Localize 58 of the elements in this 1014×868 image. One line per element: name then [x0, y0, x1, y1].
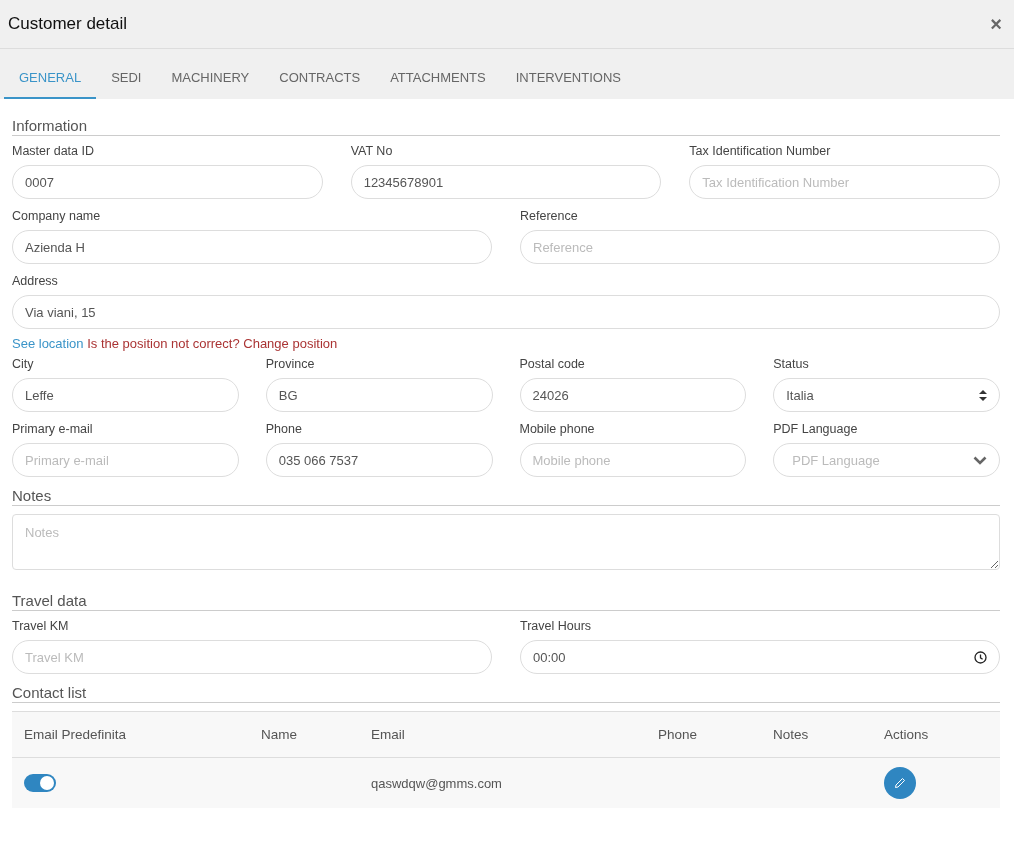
tab[interactable]: MACHINERY	[156, 49, 265, 99]
field-label: City	[12, 357, 35, 371]
tab[interactable]: INTERVENTIONS	[500, 49, 636, 99]
column-header: Email	[371, 727, 406, 742]
change-position-link[interactable]: Is the position not correct? Change position	[87, 336, 338, 351]
field-label: Status	[773, 357, 810, 371]
input-field[interactable]: BG	[265, 378, 493, 412]
column-header: Actions	[884, 727, 930, 742]
column-header: Email Predefinita	[24, 727, 128, 742]
input-field[interactable]: Reference	[520, 230, 1000, 264]
tab[interactable]: SEDI	[96, 49, 157, 99]
table-cell: qaswdqw@gmms.com	[371, 775, 502, 791]
field-label: Phone	[265, 422, 303, 436]
field-label: Master data ID	[12, 144, 95, 158]
tab[interactable]: CONTRACTS	[264, 49, 376, 99]
column-header: Phone	[658, 727, 699, 742]
input-field[interactable]: 035 066 7537	[265, 443, 493, 477]
field-label: Travel Hours	[520, 619, 593, 633]
field-label: VAT No	[350, 144, 394, 158]
section-heading: Contact list	[12, 684, 1000, 703]
input-field[interactable]: Azienda H	[12, 230, 492, 264]
close-button[interactable]: ×	[988, 12, 1004, 36]
input-field[interactable]: Leffe	[12, 378, 239, 412]
input-field[interactable]: Travel KM	[12, 640, 492, 674]
notes-textarea[interactable]: Notes	[12, 514, 1000, 570]
select-field[interactable]: Italia	[773, 378, 1000, 412]
input-field[interactable]: 24026	[519, 378, 747, 412]
input-field[interactable]: 0007	[12, 165, 323, 199]
toggle-switch[interactable]	[24, 774, 56, 792]
tab[interactable]: ATTACHMENTS	[375, 49, 501, 99]
section-heading: Notes	[12, 487, 1000, 506]
input-field[interactable]: Primary e-mail	[12, 443, 239, 477]
field-label: Reference	[520, 209, 579, 223]
edit-button[interactable]	[884, 767, 916, 799]
clock-icon	[974, 650, 987, 664]
field-label: Tax Identification Number	[689, 144, 832, 158]
chevron-down-icon	[973, 455, 987, 465]
field-label: Travel KM	[12, 619, 70, 633]
pencil-icon	[894, 777, 906, 789]
field-label: Province	[265, 357, 316, 371]
field-label: Company name	[12, 209, 102, 223]
field-label: PDF Language	[773, 422, 859, 436]
input-field[interactable]: Via viani, 15	[12, 295, 1000, 329]
time-field[interactable]: 00:00	[520, 640, 1000, 674]
section-heading: Travel data	[12, 592, 1000, 611]
field-label: Primary e-mail	[12, 422, 94, 436]
input-field[interactable]: Mobile phone	[519, 443, 747, 477]
see-location-link[interactable]: See location	[12, 336, 84, 351]
input-field[interactable]: 12345678901	[350, 165, 662, 199]
column-header: Notes	[773, 727, 810, 742]
input-field[interactable]: Tax Identification Number	[689, 165, 1000, 199]
window-title: Customer detail	[8, 14, 128, 34]
field-label: Postal code	[519, 357, 586, 371]
field-label: Address	[12, 274, 59, 288]
sort-arrows-icon	[979, 389, 987, 401]
column-header: Name	[261, 727, 298, 742]
field-label: Mobile phone	[519, 422, 596, 436]
section-heading: Information	[12, 117, 1000, 136]
